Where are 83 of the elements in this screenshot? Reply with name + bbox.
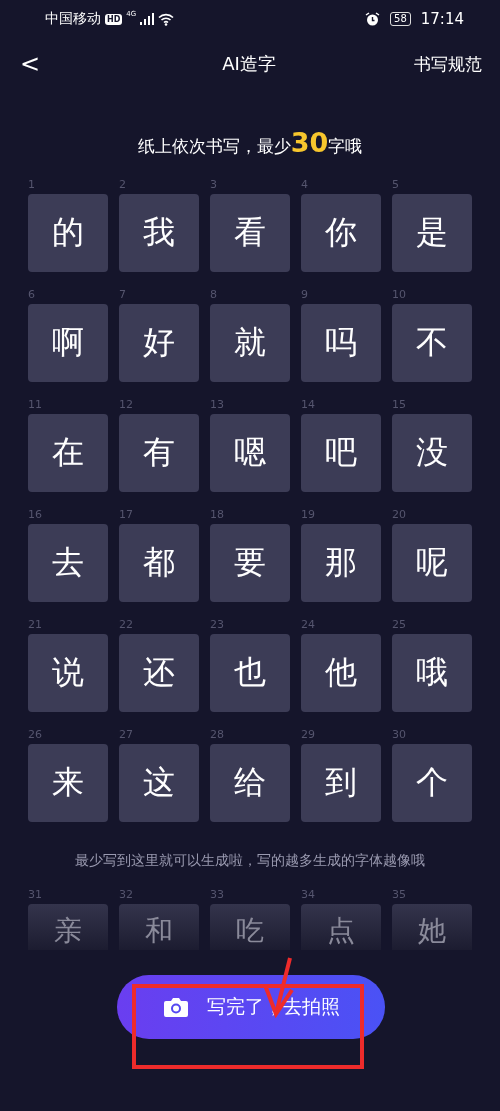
character-tile[interactable]: 和 bbox=[119, 904, 199, 950]
page-title: AI造字 bbox=[222, 52, 276, 76]
instruction-text: 纸上依次书写，最少30字哦 bbox=[136, 126, 364, 160]
character-tile[interactable]: 这 bbox=[119, 744, 199, 822]
character-number: 15 bbox=[392, 397, 407, 413]
character-tile[interactable]: 是 bbox=[392, 194, 472, 272]
character-number: 16 bbox=[28, 507, 43, 523]
clock-time: 17:14 bbox=[420, 10, 464, 28]
battery-level: 58 bbox=[390, 12, 411, 26]
character-tile[interactable]: 吃 bbox=[210, 904, 290, 950]
character-number: 3 bbox=[210, 177, 218, 193]
hd-badge: HD bbox=[105, 13, 123, 25]
character-tile[interactable]: 也 bbox=[210, 634, 290, 712]
signal-icon bbox=[140, 13, 155, 25]
character-number: 5 bbox=[392, 177, 400, 193]
character-number: 13 bbox=[210, 397, 225, 413]
character-tile[interactable]: 吗 bbox=[301, 304, 381, 382]
character-number: 28 bbox=[210, 727, 225, 743]
character-tile[interactable]: 给 bbox=[210, 744, 290, 822]
character-number: 25 bbox=[392, 617, 407, 633]
character-tile[interactable]: 去 bbox=[28, 524, 108, 602]
character-number: 27 bbox=[119, 727, 134, 743]
character-tile[interactable]: 来 bbox=[28, 744, 108, 822]
character-number: 8 bbox=[210, 287, 218, 303]
character-number: 4 bbox=[301, 177, 309, 193]
character-number: 32 bbox=[119, 887, 134, 903]
character-tile[interactable]: 个 bbox=[392, 744, 472, 822]
character-number: 17 bbox=[119, 507, 134, 523]
character-tile[interactable]: 就 bbox=[210, 304, 290, 382]
character-number: 24 bbox=[301, 617, 316, 633]
character-tile[interactable]: 看 bbox=[210, 194, 290, 272]
character-tile[interactable]: 吧 bbox=[301, 414, 381, 492]
character-tile[interactable]: 你 bbox=[301, 194, 381, 272]
character-tile[interactable]: 哦 bbox=[392, 634, 472, 712]
character-tile[interactable]: 那 bbox=[301, 524, 381, 602]
character-number: 29 bbox=[301, 727, 316, 743]
character-tile[interactable]: 不 bbox=[392, 304, 472, 382]
character-number: 1 bbox=[28, 177, 36, 193]
character-number: 6 bbox=[28, 287, 36, 303]
wifi-icon bbox=[158, 12, 175, 26]
character-number: 34 bbox=[301, 887, 316, 903]
carrier-name: 中国移动 bbox=[45, 10, 101, 28]
character-tile[interactable]: 在 bbox=[28, 414, 108, 492]
character-tile[interactable]: 点 bbox=[301, 904, 381, 950]
character-tile[interactable]: 有 bbox=[119, 414, 199, 492]
character-number: 35 bbox=[392, 887, 407, 903]
character-tile[interactable]: 我 bbox=[119, 194, 199, 272]
character-tile[interactable]: 没 bbox=[392, 414, 472, 492]
writing-guide-link[interactable]: 书写规范 bbox=[414, 52, 482, 76]
character-tile[interactable]: 啊 bbox=[28, 304, 108, 382]
character-number: 22 bbox=[119, 617, 134, 633]
character-number: 10 bbox=[392, 287, 407, 303]
character-number: 19 bbox=[301, 507, 316, 523]
character-tile[interactable]: 到 bbox=[301, 744, 381, 822]
character-number: 12 bbox=[119, 397, 134, 413]
character-tile[interactable]: 他 bbox=[301, 634, 381, 712]
character-number: 26 bbox=[28, 727, 43, 743]
character-number: 20 bbox=[392, 507, 407, 523]
hint-text: 最少写到这里就可以生成啦，写的越多生成的字体越像哦 bbox=[74, 852, 426, 870]
character-tile[interactable]: 嗯 bbox=[210, 414, 290, 492]
alarm-icon bbox=[365, 11, 381, 27]
character-number: 2 bbox=[119, 177, 127, 193]
camera-icon bbox=[162, 996, 189, 1018]
character-number: 33 bbox=[210, 887, 225, 903]
character-tile[interactable]: 的 bbox=[28, 194, 108, 272]
character-tile[interactable]: 亲 bbox=[28, 904, 108, 950]
character-number: 21 bbox=[28, 617, 43, 633]
character-tile[interactable]: 都 bbox=[119, 524, 199, 602]
character-number: 7 bbox=[119, 287, 127, 303]
character-tile[interactable]: 好 bbox=[119, 304, 199, 382]
character-number: 9 bbox=[301, 287, 309, 303]
character-number: 30 bbox=[392, 727, 407, 743]
character-tile[interactable]: 还 bbox=[119, 634, 199, 712]
character-tile[interactable]: 她 bbox=[392, 904, 472, 950]
character-tile[interactable]: 要 bbox=[210, 524, 290, 602]
character-number: 11 bbox=[28, 397, 43, 413]
character-tile[interactable]: 说 bbox=[28, 634, 108, 712]
character-number: 23 bbox=[210, 617, 225, 633]
character-number: 18 bbox=[210, 507, 225, 523]
back-button[interactable]: < bbox=[16, 50, 45, 78]
character-number: 31 bbox=[28, 887, 43, 903]
character-number: 14 bbox=[301, 397, 316, 413]
character-tile[interactable]: 呢 bbox=[392, 524, 472, 602]
